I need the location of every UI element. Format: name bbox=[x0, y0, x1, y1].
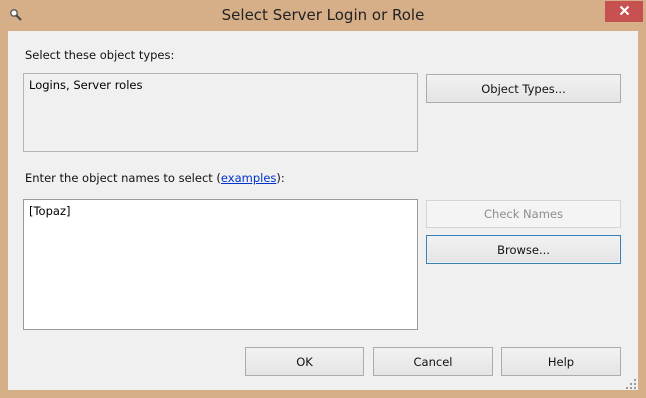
object-types-button[interactable]: Object Types... bbox=[426, 74, 621, 103]
dialog-body: Select these object types: Logins, Serve… bbox=[8, 31, 638, 390]
close-icon bbox=[619, 5, 630, 19]
window-title: Select Server Login or Role bbox=[221, 6, 425, 24]
check-names-button[interactable]: Check Names bbox=[426, 200, 621, 228]
object-names-label-suffix: ): bbox=[276, 171, 285, 185]
ok-button[interactable]: OK bbox=[245, 347, 364, 376]
title-bar[interactable]: Select Server Login or Role bbox=[0, 0, 646, 31]
resize-grip-icon[interactable] bbox=[626, 378, 636, 389]
cancel-button[interactable]: Cancel bbox=[373, 347, 493, 376]
object-names-input[interactable]: [Topaz] bbox=[23, 199, 418, 330]
examples-link[interactable]: examples bbox=[221, 171, 277, 185]
dialog-window: Select Server Login or Role Select these… bbox=[0, 0, 646, 398]
close-button[interactable] bbox=[605, 1, 643, 22]
object-types-field: Logins, Server roles bbox=[23, 73, 418, 152]
object-types-label: Select these object types: bbox=[25, 48, 175, 62]
object-names-label: Enter the object names to select (exampl… bbox=[25, 171, 285, 185]
help-button[interactable]: Help bbox=[501, 347, 621, 376]
browse-button[interactable]: Browse... bbox=[426, 235, 621, 264]
object-names-label-prefix: Enter the object names to select ( bbox=[25, 171, 221, 185]
